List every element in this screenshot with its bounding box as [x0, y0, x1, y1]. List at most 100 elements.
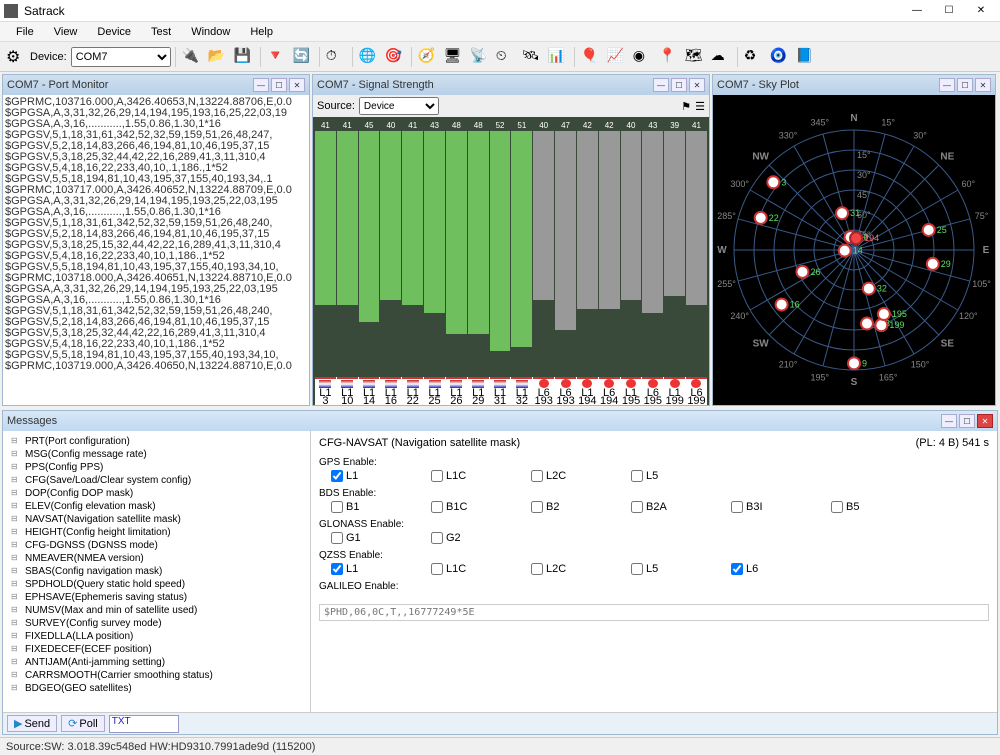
enable-checkbox[interactable]	[731, 501, 743, 513]
tree-item[interactable]: NMEAVER(NMEA version)	[7, 552, 306, 565]
message-tree[interactable]: PRT(Port configuration)MSG(Config messag…	[3, 431, 311, 712]
chart-icon[interactable]: 📈	[605, 45, 629, 69]
panel-close-button[interactable]: ✕	[689, 78, 705, 92]
enable-checkbox[interactable]	[631, 501, 643, 513]
panel-close-button[interactable]: ✕	[977, 414, 993, 428]
panel-max-button[interactable]: ☐	[959, 414, 975, 428]
tree-item[interactable]: FIXEDECEF(ECEF position)	[7, 643, 306, 656]
bars-icon[interactable]: 📊	[546, 45, 570, 69]
panel-min-button[interactable]: —	[653, 78, 669, 92]
tree-item[interactable]: BDGEO(GEO satellites)	[7, 682, 306, 695]
pin-icon[interactable]: 📍	[657, 45, 681, 69]
download-icon[interactable]: 🔻	[265, 45, 289, 69]
panel-min-button[interactable]: —	[941, 414, 957, 428]
tree-item[interactable]: MSG(Config message rate)	[7, 448, 306, 461]
tree-item[interactable]: SPDHOLD(Query static hold speed)	[7, 578, 306, 591]
enable-checkbox[interactable]	[331, 501, 343, 513]
menu-file[interactable]: File	[6, 24, 44, 40]
panel-max-button[interactable]: ☐	[671, 78, 687, 92]
tree-item[interactable]: NUMSV(Max and min of satellite used)	[7, 604, 306, 617]
panel-close-button[interactable]: ✕	[289, 78, 305, 92]
panel-min-button[interactable]: —	[253, 78, 269, 92]
menu-device[interactable]: Device	[87, 24, 141, 40]
tree-item[interactable]: NAVSAT(Navigation satellite mask)	[7, 513, 306, 526]
enable-option[interactable]: B2	[531, 501, 591, 513]
menu-window[interactable]: Window	[181, 24, 240, 40]
panel-min-button[interactable]: —	[939, 78, 955, 92]
globe-icon[interactable]: 🌐	[357, 45, 381, 69]
nav-icon[interactable]: 🧿	[768, 45, 792, 69]
enable-option[interactable]: L6	[731, 563, 791, 575]
command-box[interactable]	[319, 604, 989, 621]
panel-close-button[interactable]: ✕	[975, 78, 991, 92]
enable-checkbox[interactable]	[431, 532, 443, 544]
enable-option[interactable]: L5	[631, 470, 691, 482]
reload-icon[interactable]: ♻	[742, 45, 766, 69]
refresh-icon[interactable]: 🔄	[291, 45, 315, 69]
close-button[interactable]: ✕	[966, 2, 996, 20]
enable-checkbox[interactable]	[531, 470, 543, 482]
enable-option[interactable]: B1C	[431, 501, 491, 513]
minimize-button[interactable]: —	[902, 2, 932, 20]
tree-item[interactable]: DOP(Config DOP mask)	[7, 487, 306, 500]
poll-button[interactable]: ⟳Poll	[61, 715, 105, 732]
satellite-icon[interactable]: 🛰	[520, 45, 544, 69]
enable-option[interactable]: L1	[331, 563, 391, 575]
folder-icon[interactable]: 📂	[206, 45, 230, 69]
radar-icon[interactable]: ◉	[631, 45, 655, 69]
nmea-log[interactable]: $GPRMC,103716.000,A,3426.40653,N,13224.8…	[3, 95, 309, 405]
enable-checkbox[interactable]	[331, 470, 343, 482]
enable-option[interactable]: G1	[331, 532, 391, 544]
tree-item[interactable]: CARRSMOOTH(Carrier smoothing status)	[7, 669, 306, 682]
send-button[interactable]: ▶Send	[7, 715, 57, 732]
gauge-icon[interactable]: ⏲	[494, 45, 518, 69]
enable-checkbox[interactable]	[731, 563, 743, 575]
list-icon[interactable]: ☰	[695, 100, 705, 113]
tree-item[interactable]: PPS(Config PPS)	[7, 461, 306, 474]
device-select[interactable]: COM7	[71, 47, 171, 67]
enable-checkbox[interactable]	[631, 470, 643, 482]
tree-item[interactable]: EPHSAVE(Ephemeris saving status)	[7, 591, 306, 604]
enable-checkbox[interactable]	[431, 563, 443, 575]
connect-icon[interactable]: 🔌	[180, 45, 204, 69]
panel-max-button[interactable]: ☐	[957, 78, 973, 92]
balloon-icon[interactable]: 🎈	[579, 45, 603, 69]
enable-option[interactable]: L2C	[531, 563, 591, 575]
enable-option[interactable]: L1C	[431, 470, 491, 482]
tree-item[interactable]: CFG(Save/Load/Clear system config)	[7, 474, 306, 487]
enable-option[interactable]: L1	[331, 470, 391, 482]
tree-item[interactable]: SURVEY(Config survey mode)	[7, 617, 306, 630]
tree-item[interactable]: SBAS(Config navigation mask)	[7, 565, 306, 578]
tree-item[interactable]: HEIGHT(Config height limitation)	[7, 526, 306, 539]
enable-option[interactable]: B2A	[631, 501, 691, 513]
enable-checkbox[interactable]	[631, 563, 643, 575]
tree-item[interactable]: CFG-DGNSS (DGNSS mode)	[7, 539, 306, 552]
enable-checkbox[interactable]	[431, 501, 443, 513]
enable-option[interactable]: L5	[631, 563, 691, 575]
enable-option[interactable]: B1	[331, 501, 391, 513]
gear-icon[interactable]: ⚙	[4, 45, 28, 69]
enable-checkbox[interactable]	[331, 532, 343, 544]
menu-test[interactable]: Test	[141, 24, 181, 40]
enable-option[interactable]: B3I	[731, 501, 791, 513]
timer-icon[interactable]: ⏱	[324, 45, 348, 69]
enable-checkbox[interactable]	[831, 501, 843, 513]
tree-item[interactable]: PRT(Port configuration)	[7, 435, 306, 448]
layers-icon[interactable]: 🗺	[683, 45, 707, 69]
tree-item[interactable]: ELEV(Config elevation mask)	[7, 500, 306, 513]
compass-icon[interactable]: 🧭	[416, 45, 440, 69]
format-dropdown[interactable]: TXT	[109, 715, 179, 733]
menu-help[interactable]: Help	[240, 24, 283, 40]
flag-icon[interactable]: ⚑	[681, 100, 691, 113]
source-select[interactable]: Device	[359, 97, 439, 115]
save-icon[interactable]: 💾	[232, 45, 256, 69]
antenna-icon[interactable]: 📡	[468, 45, 492, 69]
enable-option[interactable]: G2	[431, 532, 491, 544]
enable-option[interactable]: B5	[831, 501, 891, 513]
enable-checkbox[interactable]	[431, 470, 443, 482]
target-icon[interactable]: 🎯	[383, 45, 407, 69]
enable-checkbox[interactable]	[531, 501, 543, 513]
cloud-icon[interactable]: ☁	[709, 45, 733, 69]
enable-checkbox[interactable]	[531, 563, 543, 575]
tree-item[interactable]: FIXEDLLA(LLA position)	[7, 630, 306, 643]
